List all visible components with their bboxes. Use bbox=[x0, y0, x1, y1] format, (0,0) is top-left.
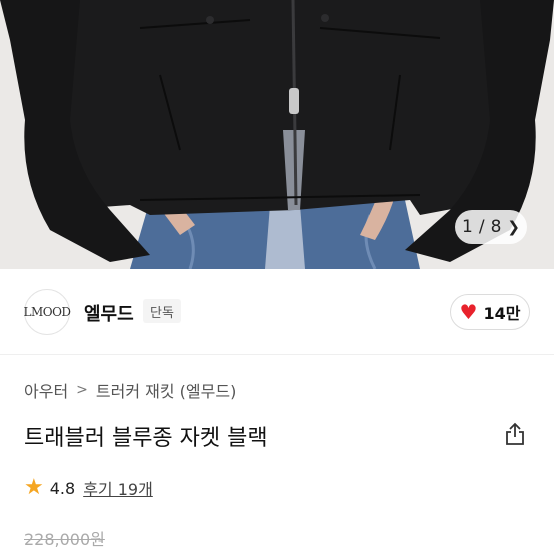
brand-logo-text: LMOOD bbox=[23, 305, 71, 319]
breadcrumb-item-subcategory[interactable]: 트러커 재킷 (엘무드) bbox=[96, 378, 236, 402]
breadcrumb: 아우터 > 트러커 재킷 (엘무드) bbox=[24, 378, 236, 402]
brand-row: LMOOD 엘무드 단독 ♥ 14만 bbox=[0, 269, 554, 355]
brand-name[interactable]: 엘무드 bbox=[84, 300, 134, 326]
pager-total: 8 bbox=[490, 217, 502, 237]
breadcrumb-item-category[interactable]: 아우터 bbox=[24, 378, 68, 402]
product-image-carousel[interactable]: 1 / 8 ❯ bbox=[0, 0, 554, 269]
pager-current: 1 bbox=[462, 217, 473, 237]
product-title: 트래블러 블루종 자켓 블랙 bbox=[24, 426, 268, 451]
like-button[interactable]: ♥ 14만 bbox=[450, 294, 530, 330]
rating-value: 4.8 bbox=[49, 478, 76, 498]
star-icon: ★ bbox=[24, 475, 44, 500]
pager-separator: / bbox=[478, 217, 485, 237]
heart-icon: ♥ bbox=[459, 300, 478, 324]
rating-row: ★ 4.8 후기 19개 bbox=[24, 476, 153, 500]
original-price: 228,000원 bbox=[24, 530, 105, 549]
image-pager[interactable]: 1 / 8 ❯ bbox=[455, 210, 527, 244]
chevron-right-icon[interactable]: ❯ bbox=[507, 219, 520, 235]
brand-logo[interactable]: LMOOD bbox=[23, 289, 71, 335]
share-icon[interactable] bbox=[504, 422, 526, 446]
exclusive-badge: 단독 bbox=[143, 299, 181, 323]
chevron-right-icon: > bbox=[76, 382, 88, 398]
reviews-link[interactable]: 후기 19개 bbox=[83, 476, 153, 500]
like-count: 14만 bbox=[483, 304, 521, 323]
